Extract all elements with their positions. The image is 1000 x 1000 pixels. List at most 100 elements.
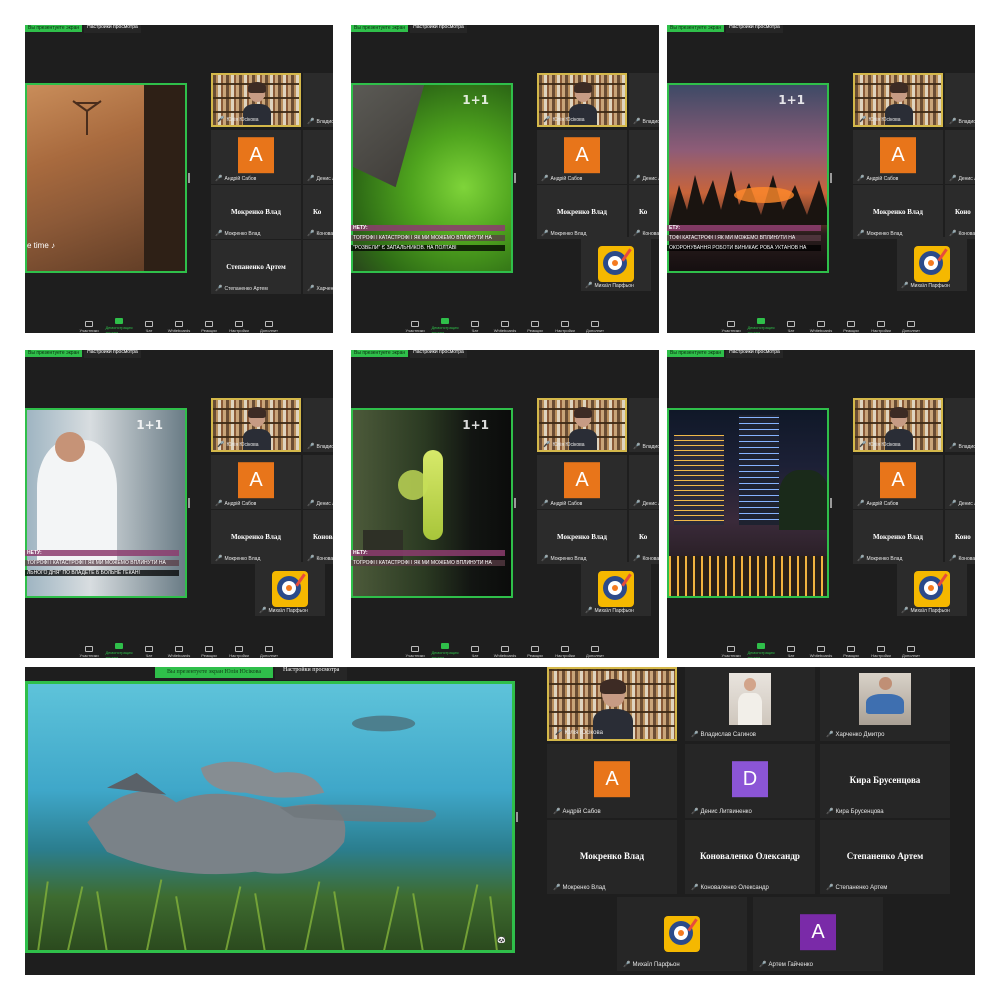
- participant-tile[interactable]: Мокренко Влад 🎤 Мокренко Влад: [547, 820, 677, 894]
- split-handle[interactable]: [514, 173, 516, 183]
- view-options-button[interactable]: Настройки просмотра: [410, 25, 467, 33]
- shared-screen-stingray[interactable]: 🐼: [25, 681, 515, 953]
- toolbar-button[interactable]: Чат: [778, 320, 804, 333]
- participant-tile[interactable]: A 🎤 Андрій Сабов: [211, 130, 301, 184]
- participant-tile[interactable]: Степаненко Артем 🎤 Степаненко Артем: [820, 820, 950, 894]
- view-options-button[interactable]: Настройки просмотра: [410, 350, 467, 358]
- toolbar-button[interactable]: Участники: [718, 645, 744, 658]
- split-handle[interactable]: [516, 812, 518, 822]
- participant-tile[interactable]: A 🎤 Андрій Сабов: [853, 130, 943, 184]
- view-options-button[interactable]: Настройки просмотра: [84, 350, 141, 358]
- participant-tile[interactable]: A 🎤 Артем Гайченко: [753, 897, 883, 971]
- toolbar-button[interactable]: Реакции: [838, 645, 864, 658]
- participant-tile[interactable]: Коно 🎤Коноваленко Олекс: [945, 185, 975, 239]
- participant-tile[interactable]: 🎤 Михаїл Парфьон: [581, 237, 651, 291]
- toolbar-button[interactable]: Чат: [136, 645, 162, 658]
- participant-tile[interactable]: A 🎤 Андрій Сабов: [547, 744, 677, 818]
- toolbar-button[interactable]: Чат: [778, 645, 804, 658]
- participant-tile[interactable]: 🎤Владислав Сагин: [303, 398, 333, 452]
- toolbar-button[interactable]: Чат: [462, 320, 488, 333]
- toolbar-button[interactable]: Участники: [76, 645, 102, 658]
- participant-tile[interactable]: 🎤 Михаїл Парфьон: [581, 562, 651, 616]
- participant-tile[interactable]: A 🎤 Андрій Сабов: [211, 455, 301, 509]
- toolbar-button[interactable]: Настройки: [552, 645, 578, 658]
- toolbar-button[interactable]: Участники: [718, 320, 744, 333]
- participant-tile[interactable]: 🎤 Михаїл Парфьон: [897, 237, 967, 291]
- participant-tile[interactable]: Ко 🎤Коноваленко Олекс: [303, 185, 333, 239]
- participant-tile[interactable]: 🎤 Юлія Юсікова: [537, 73, 627, 127]
- participant-tile[interactable]: 🎤Денис Литвиненко: [945, 130, 975, 184]
- toolbar-button[interactable]: Whiteboards: [808, 320, 834, 333]
- toolbar-button[interactable]: Whiteboards: [808, 645, 834, 658]
- participant-tile[interactable]: 🎤Денис Литв: [945, 455, 975, 509]
- participant-tile[interactable]: 🎤Владислав Сагинов: [303, 73, 333, 127]
- toolbar-button[interactable]: Дополнит: [582, 645, 608, 658]
- participant-tile[interactable]: 🎤 Михаїл Парфьон: [255, 562, 325, 616]
- split-handle[interactable]: [514, 498, 516, 508]
- toolbar-button[interactable]: Чат: [462, 645, 488, 658]
- toolbar-button[interactable]: Дополнит: [898, 320, 924, 333]
- participant-tile[interactable]: 🎤 Юлія Юсікова: [537, 398, 627, 452]
- participant-tile[interactable]: Мокренко Влад 🎤 Мокренко Влад: [853, 185, 943, 239]
- participant-tile[interactable]: Кира Брусенцова 🎤 Кира Брусенцова: [820, 744, 950, 818]
- participant-tile[interactable]: 🎤Харченко Дмитро: [303, 240, 333, 294]
- toolbar-button[interactable]: Реакции: [196, 320, 222, 333]
- participant-tile[interactable]: 🎤Владислав: [629, 73, 659, 127]
- participant-tile[interactable]: 🎤Денис Литвин: [303, 455, 333, 509]
- toolbar-button[interactable]: Дополнит: [582, 320, 608, 333]
- toolbar-button[interactable]: Участники: [402, 645, 428, 658]
- toolbar-button[interactable]: Настройки: [226, 645, 252, 658]
- toolbar-button[interactable]: Реакции: [838, 320, 864, 333]
- participant-tile[interactable]: 🎤Харченко Дмитро: [820, 667, 950, 741]
- toolbar-button[interactable]: Реакции: [196, 645, 222, 658]
- participant-tile[interactable]: 🎤 Юлія Юсікова: [853, 73, 943, 127]
- participant-tile[interactable]: A 🎤 Андрій Сабов: [537, 455, 627, 509]
- participant-tile[interactable]: A 🎤 Андрій Сабов: [537, 130, 627, 184]
- participant-tile[interactable]: Мокренко Влад 🎤 Мокренко Влад: [537, 510, 627, 564]
- participant-tile[interactable]: Коно 🎤Коноваленко: [945, 510, 975, 564]
- toolbar-button[interactable]: Демонстрация экрана: [747, 318, 775, 333]
- split-handle[interactable]: [830, 173, 832, 183]
- toolbar-button[interactable]: Настройки: [868, 645, 894, 658]
- toolbar-button[interactable]: Реакции: [522, 320, 548, 333]
- participant-tile[interactable]: 🎤Владислав Сагинов: [685, 667, 815, 741]
- participant-tile[interactable]: D 🎤 Денис Литвиненко: [685, 744, 815, 818]
- toolbar-button[interactable]: Дополнит: [256, 320, 282, 333]
- toolbar-button[interactable]: Настройки: [226, 320, 252, 333]
- toolbar-button[interactable]: Демонстрация экрана: [105, 318, 133, 333]
- participant-tile[interactable]: 🎤 Михаїл Парфьон: [617, 897, 747, 971]
- participant-tile[interactable]: 🎤Денис Литвиненко: [303, 130, 333, 184]
- split-handle[interactable]: [188, 498, 190, 508]
- shared-screen-city-night[interactable]: [667, 408, 829, 598]
- toolbar-button[interactable]: Настройки: [868, 320, 894, 333]
- toolbar-button[interactable]: Демонстрация экрана: [747, 643, 775, 658]
- view-options-button[interactable]: Настройки просмотра: [275, 667, 348, 680]
- toolbar-button[interactable]: Настройки: [552, 320, 578, 333]
- split-handle[interactable]: [188, 173, 190, 183]
- participant-tile[interactable]: 🎤Владислав Сагинов: [945, 73, 975, 127]
- participant-tile[interactable]: Мокренко Влад 🎤 Мокренко Влад: [853, 510, 943, 564]
- participant-tile[interactable]: Коновал 🎤Коноваленко Олекс: [303, 510, 333, 564]
- toolbar-button[interactable]: Участники: [76, 320, 102, 333]
- participant-tile[interactable]: 🎤 Юлія Юсікова: [211, 398, 301, 452]
- toolbar-button[interactable]: Whiteboards: [166, 320, 192, 333]
- toolbar-button[interactable]: Дополнит: [898, 645, 924, 658]
- view-options-button[interactable]: Настройки просмотра: [726, 25, 783, 33]
- toolbar-button[interactable]: Whiteboards: [492, 645, 518, 658]
- participant-tile[interactable]: 🎤Денис Лит: [629, 455, 659, 509]
- participant-tile[interactable]: A 🎤 Андрій Сабов: [853, 455, 943, 509]
- toolbar-button[interactable]: Whiteboards: [492, 320, 518, 333]
- view-options-button[interactable]: Настройки просмотра: [84, 25, 141, 33]
- participant-tile[interactable]: 🎤Денис Лит: [629, 130, 659, 184]
- toolbar-button[interactable]: Дополнит: [256, 645, 282, 658]
- view-options-button[interactable]: Настройки просмотра: [726, 350, 783, 358]
- participant-tile[interactable]: Коноваленко Олександр 🎤 Коноваленко Олекса…: [685, 820, 815, 894]
- participant-tile[interactable]: 🎤Владислав: [629, 398, 659, 452]
- participant-tile[interactable]: Мокренко Влад 🎤 Мокренко Влад: [211, 510, 301, 564]
- toolbar-button[interactable]: Чат: [136, 320, 162, 333]
- participant-tile[interactable]: 🎤 Юлія Юсікова: [853, 398, 943, 452]
- participant-tile[interactable]: 🎤 Михаїл Парфьон: [897, 562, 967, 616]
- participant-tile[interactable]: Мокренко Влад 🎤 Мокренко Влад: [537, 185, 627, 239]
- toolbar-button[interactable]: Участники: [402, 320, 428, 333]
- participant-tile[interactable]: 🎤 Юлія Юсікова: [547, 667, 677, 741]
